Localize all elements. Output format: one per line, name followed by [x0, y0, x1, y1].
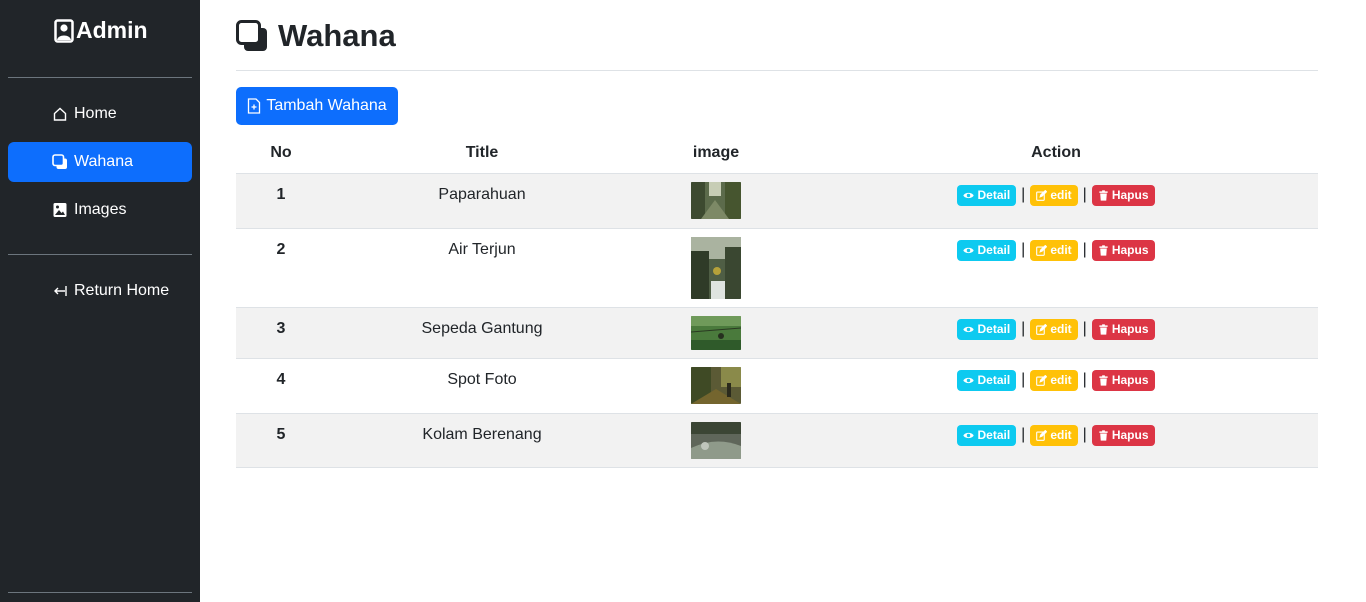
row-actions: Detail | edit | Hapus — [957, 369, 1155, 391]
sidebar-item-label: Home — [74, 105, 117, 122]
brand[interactable]: Admin — [54, 17, 148, 44]
trash-icon — [1099, 323, 1108, 335]
edit-button[interactable]: edit — [1030, 369, 1078, 391]
box-arrow-left-icon — [54, 286, 67, 296]
add-wahana-button[interactable]: Tambah Wahana — [236, 87, 398, 125]
action-separator: | — [1021, 320, 1026, 337]
eye-icon — [963, 432, 975, 438]
edit-button[interactable]: edit — [1030, 318, 1078, 340]
trash-icon — [1099, 429, 1108, 441]
sidebar: Admin Home Wahana Images Return Home — [0, 0, 200, 602]
layers-icon — [236, 20, 267, 51]
sidebar-item-return-home[interactable]: Return Home — [8, 271, 192, 311]
trash-icon — [1099, 374, 1108, 386]
action-separator: | — [1082, 186, 1087, 203]
row-title: Paparahuan — [326, 173, 638, 229]
brand-label: Admin — [76, 17, 148, 43]
edit-button[interactable]: edit — [1030, 239, 1078, 261]
sidebar-item-images[interactable]: Images — [8, 190, 192, 230]
photo-thumbnail[interactable] — [691, 421, 741, 459]
photo-thumbnail[interactable] — [691, 181, 741, 219]
pencil-square-icon — [1036, 323, 1048, 335]
sidebar-divider — [8, 77, 192, 78]
delete-button[interactable]: Hapus — [1091, 318, 1155, 340]
detail-button[interactable]: Detail — [957, 369, 1017, 391]
row-no: 5 — [236, 413, 326, 468]
row-actions: Detail | edit | Hapus — [957, 318, 1155, 340]
row-title: Air Terjun — [326, 228, 638, 308]
sidebar-item-wahana[interactable]: Wahana — [8, 142, 192, 182]
photo-thumbnail[interactable] — [691, 315, 741, 350]
pencil-square-icon — [1036, 189, 1048, 201]
house-icon — [53, 107, 67, 121]
edit-button[interactable]: edit — [1030, 424, 1078, 446]
row-title: Sepeda Gantung — [326, 307, 638, 359]
row-actions: Detail | edit | Hapus — [957, 184, 1155, 206]
sidebar-divider — [8, 592, 192, 593]
eye-icon — [963, 326, 975, 332]
eye-icon — [963, 247, 975, 253]
edit-button[interactable]: edit — [1030, 184, 1078, 206]
image-icon — [53, 203, 67, 217]
row-actions: Detail | edit | Hapus — [957, 424, 1155, 446]
sidebar-item-label: Images — [74, 201, 127, 218]
action-separator: | — [1021, 241, 1026, 258]
add-wahana-label: Tambah Wahana — [266, 97, 387, 114]
pencil-square-icon — [1036, 244, 1048, 256]
trash-icon — [1099, 244, 1108, 256]
trash-icon — [1099, 189, 1108, 201]
person-square-icon — [54, 18, 74, 43]
delete-button[interactable]: Hapus — [1091, 424, 1155, 446]
table-row: 2 Air Terjun Detail | edit | Hapus — [236, 228, 1318, 308]
eye-icon — [963, 192, 975, 198]
row-no: 4 — [236, 358, 326, 414]
row-title: Spot Foto — [326, 358, 638, 414]
row-no: 1 — [236, 173, 326, 229]
delete-button[interactable]: Hapus — [1091, 184, 1155, 206]
action-separator: | — [1021, 371, 1026, 388]
detail-button[interactable]: Detail — [957, 424, 1017, 446]
column-header-action: Action — [794, 134, 1318, 174]
delete-button[interactable]: Hapus — [1091, 239, 1155, 261]
action-separator: | — [1082, 426, 1087, 443]
sidebar-item-label: Wahana — [74, 153, 133, 170]
wahana-table: No Title image Action 1 Paparahuan Detai… — [236, 134, 1318, 468]
pencil-square-icon — [1036, 429, 1048, 441]
detail-button[interactable]: Detail — [957, 239, 1017, 261]
detail-button[interactable]: Detail — [957, 318, 1017, 340]
action-separator: | — [1082, 241, 1087, 258]
table-row: 3 Sepeda Gantung Detail | edit | Hapus — [236, 307, 1318, 359]
table-row: 5 Kolam Berenang Detail | edit | Hapus — [236, 413, 1318, 468]
detail-button[interactable]: Detail — [957, 184, 1017, 206]
sidebar-item-home[interactable]: Home — [8, 94, 192, 134]
row-actions: Detail | edit | Hapus — [957, 239, 1155, 261]
table-row: 1 Paparahuan Detail | edit | Hapus — [236, 173, 1318, 229]
action-separator: | — [1082, 371, 1087, 388]
page-title: Wahana — [236, 18, 396, 54]
column-header-no: No — [236, 134, 326, 174]
action-separator: | — [1021, 426, 1026, 443]
sidebar-item-label: Return Home — [74, 282, 170, 299]
table-row: 4 Spot Foto Detail | edit | Hapus — [236, 358, 1318, 414]
delete-button[interactable]: Hapus — [1091, 369, 1155, 391]
row-title: Kolam Berenang — [326, 413, 638, 468]
pencil-square-icon — [1036, 374, 1048, 386]
action-separator: | — [1082, 320, 1087, 337]
photo-thumbnail[interactable] — [691, 236, 741, 299]
layers-icon — [52, 154, 67, 169]
file-plus-icon — [248, 98, 261, 114]
row-no: 3 — [236, 307, 326, 359]
title-divider — [236, 70, 1318, 71]
column-header-title: Title — [326, 134, 638, 174]
column-header-image: image — [638, 134, 794, 174]
action-separator: | — [1021, 186, 1026, 203]
row-no: 2 — [236, 228, 326, 308]
page-title-label: Wahana — [278, 18, 396, 53]
photo-thumbnail[interactable] — [691, 366, 741, 404]
eye-icon — [963, 377, 975, 383]
table-header-row: No Title image Action — [236, 134, 1318, 174]
sidebar-divider — [8, 254, 192, 255]
